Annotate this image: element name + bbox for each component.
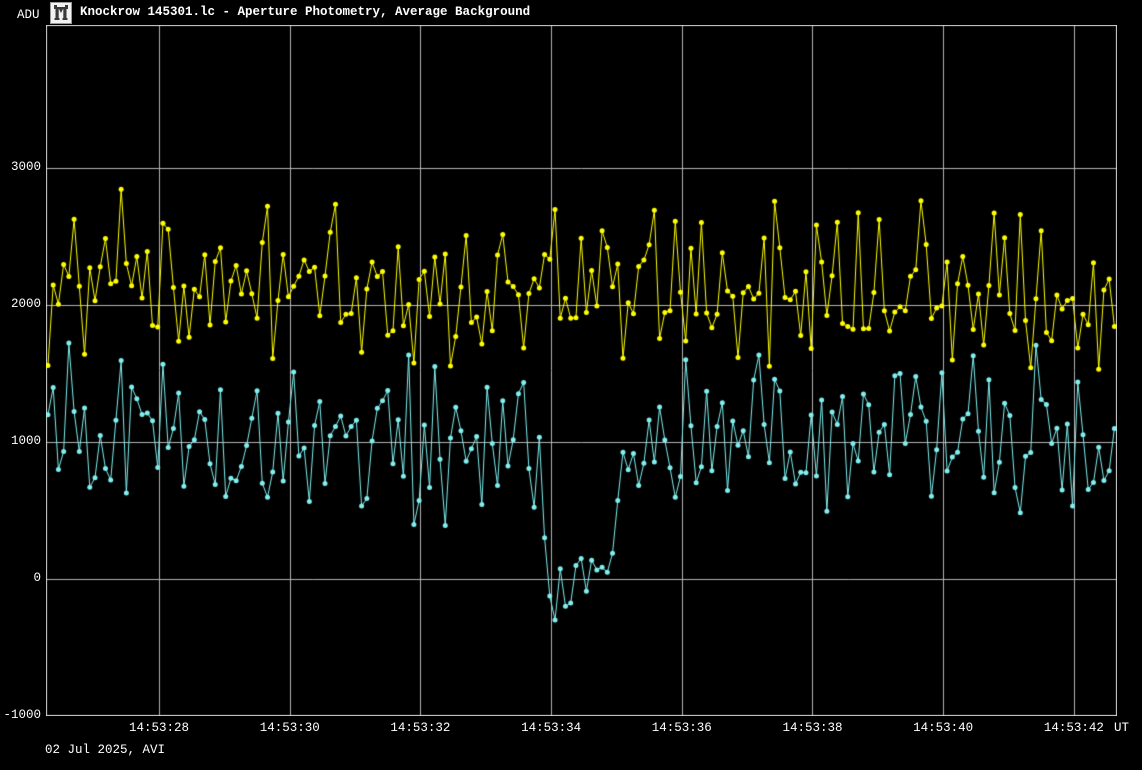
y-tick-label: 3000 xyxy=(0,160,41,174)
footer-date-label: 02 Jul 2025, AVI xyxy=(45,743,165,757)
y-tick-label: 2000 xyxy=(0,297,41,311)
x-tick-label: 14:53:38 xyxy=(782,721,842,735)
y-tick-label: 1000 xyxy=(0,434,41,448)
x-tick-label: 14:53:32 xyxy=(390,721,450,735)
app-icon xyxy=(50,2,72,24)
x-tick-label: 14:53:28 xyxy=(129,721,189,735)
y-tick-label: -1000 xyxy=(0,708,41,722)
plot-area xyxy=(46,25,1117,716)
y-axis-unit-label: ADU xyxy=(17,8,40,22)
x-tick-label: 14:53:40 xyxy=(913,721,973,735)
y-tick-label: 0 xyxy=(0,571,41,585)
x-tick-label: 14:53:30 xyxy=(260,721,320,735)
lightcurve-window: { "window": { "title": "Knockrow 145301.… xyxy=(0,0,1142,770)
x-axis-unit-label: UT xyxy=(1114,721,1129,735)
x-tick-label: 14:53:42 xyxy=(1044,721,1104,735)
window-title: Knockrow 145301.lc - Aperture Photometry… xyxy=(80,5,530,19)
x-tick-label: 14:53:34 xyxy=(521,721,581,735)
lightcurve-canvas[interactable] xyxy=(46,25,1117,716)
x-tick-label: 14:53:36 xyxy=(652,721,712,735)
